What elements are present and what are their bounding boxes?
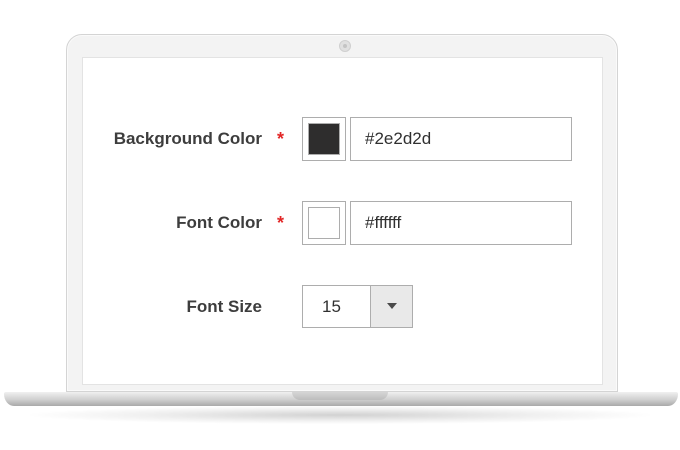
background-color-label: Background Color xyxy=(113,129,262,148)
font-size-selected-value: 15 xyxy=(322,297,341,316)
font-size-label: Font Size xyxy=(186,297,262,316)
laptop-base-notch xyxy=(292,392,388,400)
font-color-swatch[interactable] xyxy=(302,201,346,245)
font-color-input[interactable] xyxy=(350,201,572,245)
font-size-select[interactable]: 15 xyxy=(302,285,413,328)
background-color-swatch[interactable] xyxy=(302,117,346,161)
background-color-input[interactable] xyxy=(350,117,572,161)
background-color-swatch-fill xyxy=(308,123,340,155)
font-color-swatch-fill xyxy=(308,207,340,239)
font-color-required-mark: * xyxy=(277,213,285,233)
chevron-down-icon[interactable] xyxy=(370,286,412,327)
camera-icon xyxy=(339,40,351,52)
laptop-shadow xyxy=(30,406,650,424)
background-color-required-mark: * xyxy=(277,129,285,149)
font-color-label: Font Color xyxy=(176,213,262,232)
